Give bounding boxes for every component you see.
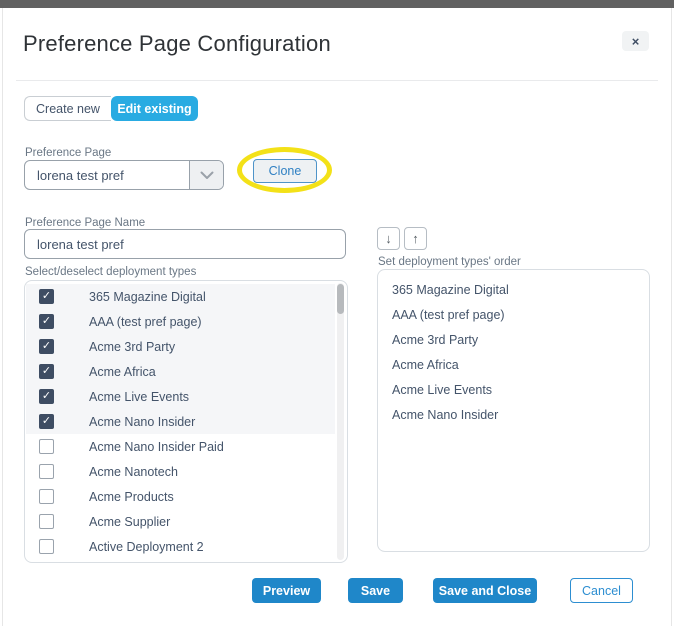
order-list-item[interactable]: Acme 3rd Party <box>378 328 649 353</box>
deployment-type-row[interactable]: Acme Nano Insider Paid <box>26 434 335 459</box>
checkbox-unchecked-icon[interactable] <box>39 514 54 529</box>
modal-left-edge <box>2 8 3 626</box>
close-icon: × <box>632 35 640 48</box>
scrollbar-track[interactable] <box>337 283 344 560</box>
save-button[interactable]: Save <box>348 578 403 603</box>
deployment-type-label: Acme Nanotech <box>89 465 178 479</box>
cancel-button[interactable]: Cancel <box>570 578 633 603</box>
chevron-down-icon <box>189 161 223 189</box>
browser-top-bar <box>0 0 674 8</box>
deployment-type-label: Acme Africa <box>89 365 156 379</box>
deployment-select-list: 365 Magazine Digital AAA (test pref page)… <box>24 280 348 563</box>
header-divider <box>16 80 658 81</box>
deployment-type-row[interactable]: Acme 3rd Party <box>26 334 335 359</box>
deployment-type-label: Acme Live Events <box>89 390 189 404</box>
checkbox-checked-icon[interactable] <box>39 389 54 404</box>
move-up-button[interactable]: ↑ <box>404 227 427 250</box>
preference-page-name-input[interactable] <box>24 229 346 259</box>
deployment-type-label: Acme 3rd Party <box>89 340 175 354</box>
checkbox-unchecked-icon[interactable] <box>39 539 54 554</box>
preference-page-name-label: Preference Page Name <box>25 217 145 229</box>
deployment-type-label: 365 Magazine Digital <box>89 290 206 304</box>
deployment-order-list: 365 Magazine DigitalAAA (test pref page)… <box>377 269 650 552</box>
deployment-type-label: Acme Supplier <box>89 515 170 529</box>
move-down-button[interactable]: ↓ <box>377 227 400 250</box>
modal-right-edge <box>671 8 672 626</box>
preview-button[interactable]: Preview <box>252 578 321 603</box>
deployment-type-row[interactable]: Acme Live Events <box>26 384 335 409</box>
order-list-item[interactable]: AAA (test pref page) <box>378 303 649 328</box>
deployment-type-label: Acme Nano Insider Paid <box>89 440 224 454</box>
order-deployment-types-label: Set deployment types' order <box>378 256 521 268</box>
deployment-rows: 365 Magazine Digital AAA (test pref page)… <box>26 284 335 559</box>
tab-edit-existing[interactable]: Edit existing <box>111 96 198 121</box>
deployment-type-row[interactable]: Acme Supplier <box>26 509 335 534</box>
deployment-type-label: AAA (test pref page) <box>89 315 202 329</box>
deployment-type-label: Active Deployment 2 <box>89 540 204 554</box>
deployment-type-label: Acme Nano Insider <box>89 415 195 429</box>
deployment-type-row[interactable]: 365 Magazine Digital <box>26 284 335 309</box>
checkbox-unchecked-icon[interactable] <box>39 489 54 504</box>
preference-page-select[interactable]: lorena test pref <box>24 160 224 190</box>
checkbox-unchecked-icon[interactable] <box>39 464 54 479</box>
clone-button[interactable]: Clone <box>253 159 317 183</box>
order-list-item[interactable]: Acme Live Events <box>378 378 649 403</box>
arrow-down-icon: ↓ <box>385 231 392 246</box>
deployment-type-row[interactable]: Acme Nano Insider <box>26 409 335 434</box>
checkbox-checked-icon[interactable] <box>39 289 54 304</box>
deployment-type-row[interactable]: Acme Products <box>26 484 335 509</box>
deployment-type-label: Acme Products <box>89 490 174 504</box>
preference-page-configuration-modal: Preference Page Configuration × Create n… <box>0 0 674 626</box>
page-title: Preference Page Configuration <box>23 31 331 57</box>
scrollbar-thumb[interactable] <box>337 284 344 314</box>
select-deployment-types-label: Select/deselect deployment types <box>25 266 196 278</box>
order-list-item[interactable]: Acme Africa <box>378 353 649 378</box>
deployment-type-row[interactable]: Active Deployment 2 <box>26 534 335 559</box>
deployment-type-row[interactable]: AAA (test pref page) <box>26 309 335 334</box>
preference-page-selected-value: lorena test pref <box>25 168 189 183</box>
tab-create-new[interactable]: Create new <box>24 96 111 121</box>
deployment-type-row[interactable]: Acme Africa <box>26 359 335 384</box>
order-list-item[interactable]: Acme Nano Insider <box>378 403 649 428</box>
order-list-item[interactable]: 365 Magazine Digital <box>378 278 649 303</box>
preference-page-label: Preference Page <box>25 147 111 159</box>
close-button[interactable]: × <box>622 31 649 51</box>
checkbox-unchecked-icon[interactable] <box>39 439 54 454</box>
arrow-up-icon: ↑ <box>412 231 419 246</box>
deployment-type-row[interactable]: Acme Nanotech <box>26 459 335 484</box>
checkbox-checked-icon[interactable] <box>39 364 54 379</box>
save-and-close-button[interactable]: Save and Close <box>433 578 537 603</box>
checkbox-checked-icon[interactable] <box>39 314 54 329</box>
mode-tabs: Create new Edit existing <box>24 96 198 121</box>
checkbox-checked-icon[interactable] <box>39 414 54 429</box>
checkbox-checked-icon[interactable] <box>39 339 54 354</box>
